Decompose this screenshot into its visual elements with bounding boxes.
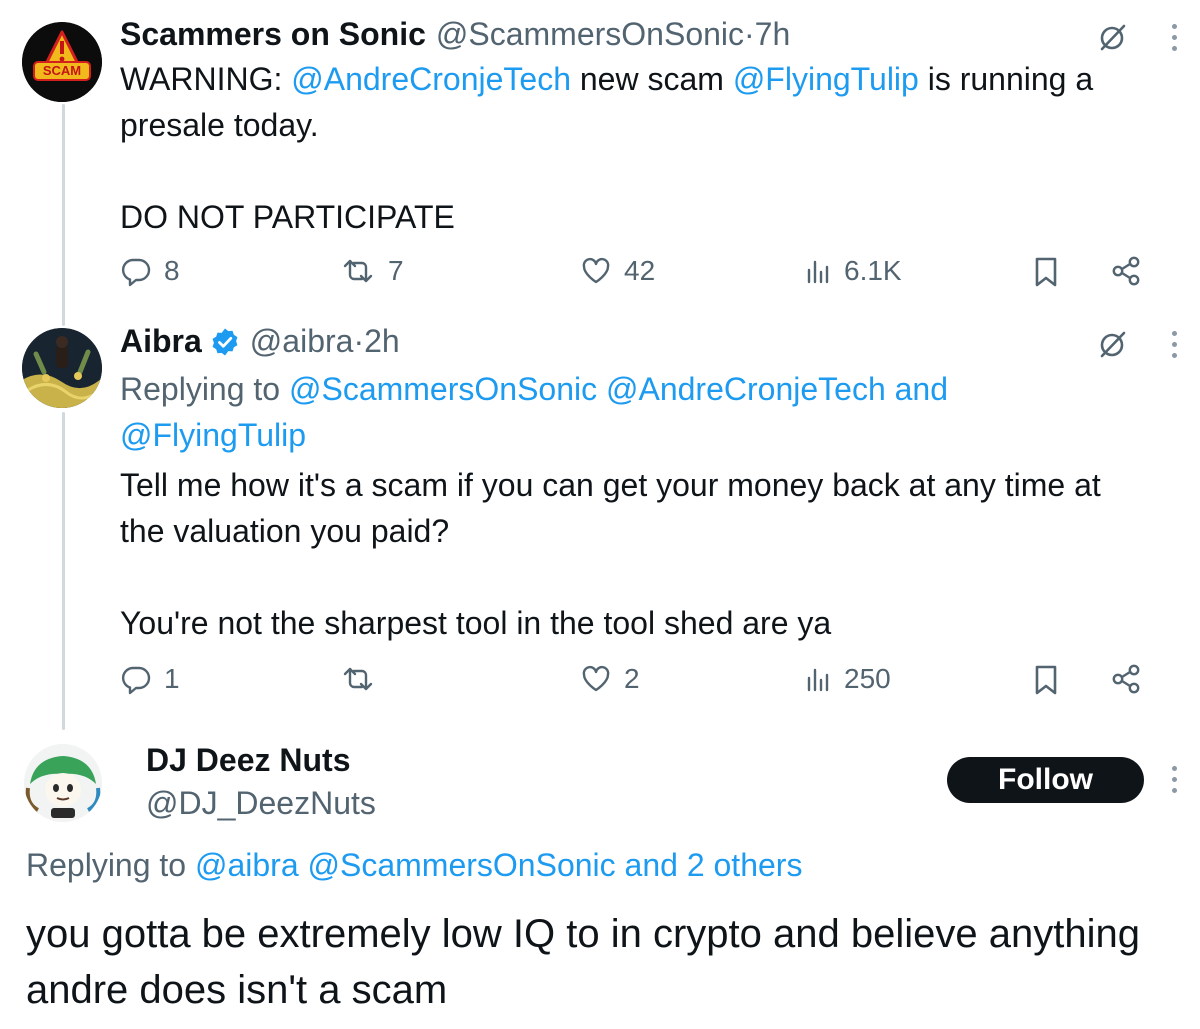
replying-to: Replying to @aibra @ScammersOnSonic and … [26,842,1176,888]
grok-icon[interactable] [1096,327,1130,361]
views-button[interactable]: 250 [806,663,891,695]
tweet-header: Aibra @aibra · 2h [120,323,400,360]
tweet-text-line: You're not the sharpest tool in the tool… [120,605,832,641]
display-name[interactable]: Scammers on Sonic [120,16,426,53]
scam-warning-icon [22,22,102,102]
avatar[interactable]: SCAM [22,22,102,102]
reply-button[interactable]: 1 [120,663,180,695]
reply-count: 8 [164,255,180,286]
tweet-text-line: DO NOT PARTICIPATE [120,199,455,235]
grok-icon[interactable] [1096,20,1130,54]
tweet-text-part: new scam [570,61,733,97]
repost-icon [343,259,373,283]
avatar-scam-label: SCAM [42,63,82,78]
like-count: 42 [624,255,656,286]
reply-button[interactable]: 8 [120,255,180,287]
like-icon [582,665,610,692]
bookmark-icon [1035,257,1057,287]
bookmark-button[interactable] [1032,663,1060,697]
like-button[interactable]: 2 [580,663,640,695]
user-handle[interactable]: @DJ_DeezNuts [146,785,376,822]
views-button[interactable]: 6.1K [806,255,902,287]
tweet-header: Scammers on Sonic @ScammersOnSonic · 7h [120,16,790,53]
tweet-text: you gotta be extremely low IQ to in cryp… [26,912,1152,1012]
replying-to-label: Replying to [26,847,195,883]
share-icon [1112,664,1140,694]
thread-line-2 [62,412,65,730]
replying-to-label: Replying to [120,371,289,407]
timestamp[interactable]: 7h [755,16,791,53]
handle-row: @DJ_DeezNuts [146,785,376,822]
display-name[interactable]: Aibra [120,323,202,360]
views-count: 6.1K [844,255,902,286]
like-count: 2 [624,663,640,694]
reply-icon [121,258,151,287]
views-icon [807,260,829,284]
thread-line-1 [62,104,65,326]
reply-icon [121,666,151,695]
timestamp[interactable]: 2h [364,323,400,360]
views-count: 250 [844,663,891,694]
bookmark-button[interactable] [1032,255,1060,289]
action-bar: 1 2 250 [120,663,1150,703]
repost-button[interactable]: 7 [340,255,404,287]
more-icon[interactable] [1170,766,1178,796]
tweet-text: Tell me how it's a scam if you can get y… [120,467,1110,549]
views-icon [807,668,829,692]
repost-button[interactable] [340,663,388,695]
repost-count: 7 [388,255,404,286]
more-icon[interactable] [1170,24,1178,54]
separator-dot: · [353,323,365,359]
follow-button[interactable]: Follow [947,757,1144,803]
reply-count: 1 [164,663,180,694]
verified-badge-icon [212,328,238,355]
display-name-row: DJ Deez Nuts [146,742,351,779]
tweet-text-part: WARNING: [120,61,292,97]
separator-dot: · [744,16,755,52]
avatar[interactable] [24,744,102,822]
mention-link[interactable]: @FlyingTulip [733,61,919,97]
action-bar: 8 7 42 6.1K [120,255,1150,295]
user-handle[interactable]: @aibra [250,323,354,360]
share-button[interactable] [1110,663,1142,695]
tweet-text: WARNING: @AndreCronjeTech new scam @Flyi… [120,56,1180,148]
like-icon [582,257,610,284]
avatar-artwork-icon [22,328,102,408]
share-icon [1112,256,1140,286]
user-handle[interactable]: @ScammersOnSonic [436,16,744,53]
replying-to-handles[interactable]: @aibra @ScammersOnSonic and 2 others [195,847,802,883]
mention-link[interactable]: @AndreCronjeTech [291,61,571,97]
share-button[interactable] [1110,255,1142,287]
repost-icon [343,667,373,691]
replying-to: Replying to @ScammersOnSonic @AndreCronj… [120,366,1080,458]
like-button[interactable]: 42 [580,255,655,287]
bookmark-icon [1035,665,1057,695]
avatar[interactable] [22,328,102,408]
avatar-character-icon [24,744,102,822]
more-icon[interactable] [1170,331,1178,361]
display-name[interactable]: DJ Deez Nuts [146,742,351,779]
